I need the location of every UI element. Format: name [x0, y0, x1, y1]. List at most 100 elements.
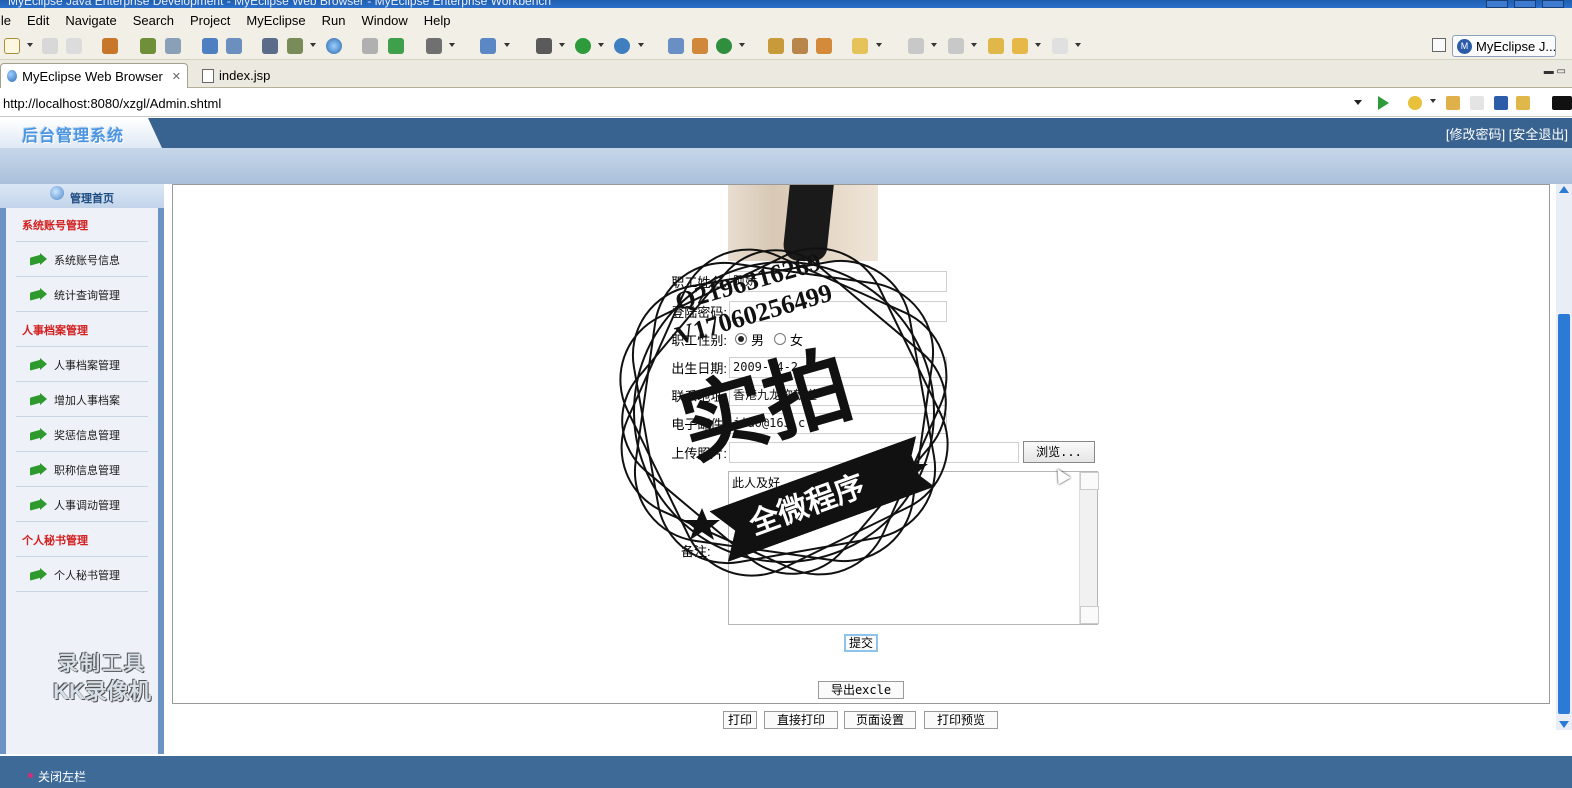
print-icon[interactable] — [66, 38, 82, 54]
email-field[interactable]: jiao@163.c — [729, 412, 947, 434]
close-sidebar-link[interactable]: 关闭左栏 — [38, 768, 86, 785]
sidebar-category-secretary[interactable]: 个人秘书管理 — [16, 523, 148, 557]
menu-file[interactable]: ile — [0, 13, 19, 28]
new-icon[interactable] — [4, 38, 20, 54]
sidebar-item-statistics[interactable]: 统计查询管理 — [16, 278, 148, 312]
scroll-thumb[interactable] — [1558, 314, 1570, 714]
sidebar-item-rewards[interactable]: 奖惩信息管理 — [16, 418, 148, 452]
browser-back-icon[interactable] — [1446, 96, 1460, 110]
refresh-icon[interactable] — [716, 38, 732, 54]
prev-annotation-icon[interactable] — [948, 38, 964, 54]
sidebar-item-add-record[interactable]: 增加人事档案 — [16, 383, 148, 417]
print-preview-button[interactable]: 打印预览 — [924, 711, 998, 729]
server-dropdown-icon[interactable] — [310, 43, 316, 47]
sidebar-item-account-info[interactable]: 系统账号信息 — [16, 243, 148, 277]
menu-myeclipse[interactable]: MyEclipse — [238, 13, 313, 28]
camera-icon[interactable] — [426, 38, 442, 54]
run-dropdown-icon[interactable] — [598, 43, 604, 47]
browser-globe-icon[interactable] — [326, 38, 342, 54]
menu-project[interactable]: Project — [182, 13, 238, 28]
sidebar-category-accounts[interactable]: 系统账号管理 — [16, 208, 148, 242]
stop-icon[interactable] — [1494, 96, 1508, 110]
prev-annotation-dropdown-icon[interactable] — [971, 43, 977, 47]
gender-male-radio[interactable] — [735, 333, 747, 345]
print-button[interactable]: 打印 — [723, 711, 757, 729]
gender-female-radio[interactable] — [774, 333, 787, 345]
sidebar-item-secretary[interactable]: 个人秘书管理 — [16, 558, 148, 592]
url-input[interactable] — [0, 92, 1368, 114]
sidebar-item-transfers[interactable]: 人事调动管理 — [16, 488, 148, 522]
url-history-dropdown-icon[interactable] — [1354, 100, 1362, 105]
back-dropdown-icon[interactable] — [1035, 43, 1041, 47]
forward-icon[interactable] — [1052, 38, 1068, 54]
favorites-icon[interactable] — [1408, 96, 1422, 110]
page-scrollbar[interactable] — [1556, 184, 1572, 730]
run-icon[interactable] — [575, 38, 591, 54]
menu-navigate[interactable]: Navigate — [57, 13, 124, 28]
menu-edit[interactable]: Edit — [19, 13, 57, 28]
tab-index-jsp[interactable]: index.jsp — [196, 63, 292, 88]
pin-icon[interactable] — [792, 38, 808, 54]
favorites-dropdown-icon[interactable] — [1430, 99, 1436, 103]
sidebar-home[interactable]: 管理首页 — [0, 184, 164, 208]
sidebar-category-personnel[interactable]: 人事档案管理 — [16, 313, 148, 347]
forward-dropdown-icon[interactable] — [1075, 43, 1081, 47]
browser-forward-icon[interactable] — [1470, 96, 1484, 110]
new-wizard-icon[interactable] — [480, 38, 496, 54]
tab-web-browser[interactable]: MyEclipse Web Browser ✕ — [0, 63, 188, 88]
maximize-button[interactable] — [1514, 0, 1536, 8]
menu-run[interactable]: Run — [314, 13, 354, 28]
search-dropdown-icon[interactable] — [876, 43, 882, 47]
submit-button[interactable]: 提交 — [844, 634, 878, 652]
new-dropdown-icon[interactable] — [27, 43, 33, 47]
show-source-icon[interactable] — [1552, 96, 1572, 110]
save-icon[interactable] — [42, 38, 58, 54]
next-annotation-icon[interactable] — [908, 38, 924, 54]
external-tools-icon[interactable] — [614, 38, 630, 54]
perspective-button[interactable]: M MyEclipse J... — [1452, 35, 1556, 57]
scroll-up-icon[interactable] — [1559, 186, 1569, 193]
external-dropdown-icon[interactable] — [638, 43, 644, 47]
open-perspective-icon[interactable] — [1432, 38, 1446, 52]
view-minimize-maximize-icon[interactable]: ▬ ▭ — [1544, 66, 1566, 77]
web-project-icon[interactable] — [668, 38, 684, 54]
debug-dropdown-icon[interactable] — [559, 43, 565, 47]
browse-button[interactable]: 浏览... — [1023, 441, 1095, 463]
search-folder-icon[interactable] — [852, 38, 868, 54]
close-window-button[interactable] — [1542, 0, 1564, 8]
close-tab-icon[interactable]: ✕ — [172, 70, 181, 83]
photo-file-input[interactable] — [729, 441, 1019, 463]
direct-print-button[interactable]: 直接打印 — [764, 711, 838, 729]
minimize-button[interactable] — [1486, 0, 1508, 8]
server-icon[interactable] — [165, 38, 181, 54]
debug-icon[interactable] — [536, 38, 552, 54]
menu-window[interactable]: Window — [354, 13, 416, 28]
task-icon[interactable] — [816, 38, 832, 54]
scroll-down-icon[interactable] — [1559, 721, 1569, 728]
browser-refresh-icon[interactable] — [1516, 96, 1530, 110]
wizard-dropdown-icon[interactable] — [504, 43, 510, 47]
ejb-icon[interactable] — [692, 38, 708, 54]
server-run-icon[interactable] — [262, 38, 278, 54]
menu-help[interactable]: Help — [416, 13, 459, 28]
last-edit-icon[interactable] — [988, 38, 1004, 54]
name-field[interactable]: 阿娇 — [729, 270, 947, 292]
menu-search[interactable]: Search — [125, 13, 182, 28]
camera-dropdown-icon[interactable] — [449, 43, 455, 47]
page-setup-button[interactable]: 页面设置 — [844, 711, 916, 729]
change-password-link[interactable]: [修改密码] — [1446, 127, 1505, 142]
deploy-icon[interactable] — [202, 38, 218, 54]
add-bookmark-icon[interactable] — [388, 38, 404, 54]
back-icon[interactable] — [1012, 38, 1028, 54]
open-folder-icon[interactable] — [768, 38, 784, 54]
open-type-icon[interactable] — [362, 38, 378, 54]
password-field[interactable] — [729, 300, 947, 322]
sidebar-item-titles[interactable]: 职称信息管理 — [16, 453, 148, 487]
textarea-scrollbar[interactable] — [1079, 472, 1099, 624]
go-icon[interactable] — [1378, 96, 1389, 110]
undeploy-icon[interactable] — [226, 38, 242, 54]
debug-bug-icon[interactable] — [140, 38, 156, 54]
export-excel-button[interactable]: 导出excle — [818, 681, 904, 699]
next-annotation-dropdown-icon[interactable] — [931, 43, 937, 47]
server-config-icon[interactable] — [287, 38, 303, 54]
